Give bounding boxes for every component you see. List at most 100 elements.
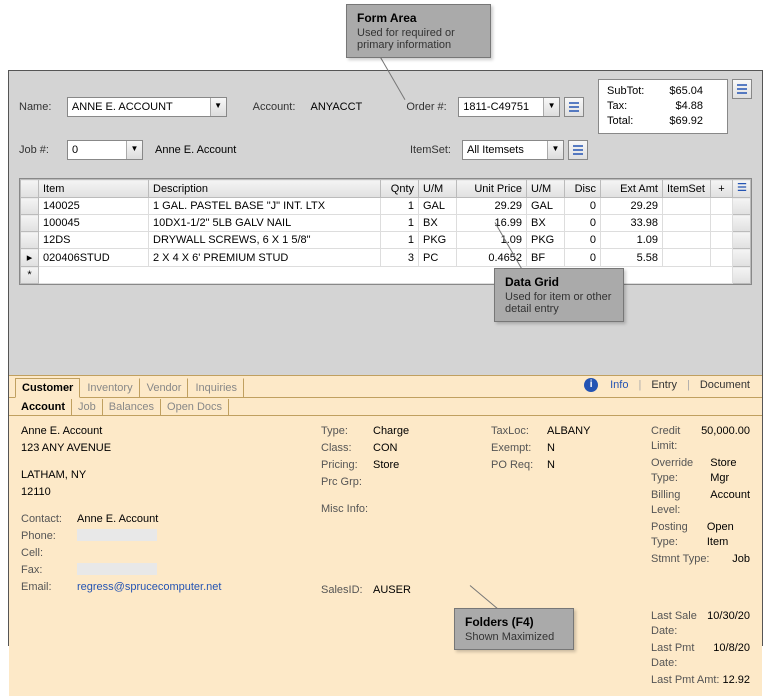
chevron-down-icon[interactable]: ▼ [547,141,563,159]
subtab-balances[interactable]: Balances [103,399,161,415]
tab-inquiries[interactable]: Inquiries [188,378,244,397]
cell-price[interactable]: 1.09 [457,232,527,249]
tab-vendor[interactable]: Vendor [140,378,189,397]
cell-itemset[interactable] [663,249,711,267]
cell-um1[interactable]: PC [419,249,457,267]
cell-item[interactable]: 100045 [39,215,149,232]
cell-item[interactable]: 12DS [39,232,149,249]
cell-um1[interactable]: GAL [419,198,457,215]
cell-ext[interactable]: 33.98 [601,215,663,232]
col-disc[interactable]: Disc [565,180,601,198]
col-desc[interactable]: Description [149,180,381,198]
cell-um2[interactable]: BX [527,215,565,232]
subtot-label: SubTot: [607,84,644,99]
subtot-value: $65.04 [669,84,703,99]
contact-value: Anne E. Account [77,512,158,527]
cell-item[interactable]: 140025 [39,198,149,215]
cell-disc[interactable]: 0 [565,215,601,232]
itemset-combo[interactable]: All Itemsets ▼ [462,140,564,160]
form-area: Name: ANNE E. ACCOUNT ▼ Account: ANYACCT… [9,71,762,174]
email-value[interactable]: regress@sprucecomputer.net [77,580,221,595]
cell-plus[interactable] [711,232,733,249]
subtab-account[interactable]: Account [15,399,72,415]
col-um2[interactable]: U/M [527,180,565,198]
table-row[interactable]: 10004510DX1-1/2" 5LB GALV NAIL1BX16.99BX… [21,215,751,232]
cell-um1[interactable]: BX [419,215,457,232]
tax-label: Tax: [607,99,627,114]
cell-price[interactable]: 29.29 [457,198,527,215]
cell-itemset[interactable] [663,215,711,232]
cell-qty[interactable]: 1 [381,232,419,249]
cell-disc[interactable]: 0 [565,232,601,249]
tab-customer[interactable]: Customer [15,378,80,398]
type-label: Type: [321,424,373,439]
order-combo[interactable]: 1811-C49751 ▼ [458,97,560,117]
callout-desc: Shown Maximized [465,631,563,643]
cell-plus[interactable] [711,249,733,267]
col-itemset[interactable]: ItemSet [663,180,711,198]
chevron-down-icon[interactable]: ▼ [210,98,226,116]
col-ext[interactable]: Ext Amt [601,180,663,198]
cell-um2[interactable]: PKG [527,232,565,249]
cell-um2[interactable]: GAL [527,198,565,215]
lastamt-value: 12.92 [722,673,750,688]
row-marker-new: * [21,267,39,284]
folders-panel: Customer Inventory Vendor Inquiries i In… [9,375,762,696]
pricing-value: Store [373,458,399,473]
callout-title: Data Grid [505,275,613,289]
cell-ext[interactable]: 1.09 [601,232,663,249]
totals-menu-button[interactable] [732,79,752,99]
cell-plus[interactable] [711,198,733,215]
cell-desc[interactable]: 10DX1-1/2" 5LB GALV NAIL [149,215,381,232]
cell-ext[interactable]: 29.29 [601,198,663,215]
cell-disc[interactable]: 0 [565,249,601,267]
cell-price[interactable]: 16.99 [457,215,527,232]
taxloc-value: ALBANY [547,424,590,439]
total-value: $69.92 [669,114,703,129]
cell-qty[interactable]: 1 [381,198,419,215]
cell-ext[interactable]: 5.58 [601,249,663,267]
order-value: 1811-C49751 [459,101,543,113]
table-row-new[interactable]: * [21,267,751,284]
cell-itemset[interactable] [663,198,711,215]
tab-inventory[interactable]: Inventory [80,378,139,397]
cell-desc[interactable]: DRYWALL SCREWS, 6 X 1 5/8" [149,232,381,249]
cell-empty[interactable] [39,267,733,284]
credit-label: Credit Limit: [651,424,701,454]
cell-qty[interactable]: 3 [381,249,419,267]
info-link[interactable]: Info [604,379,634,391]
document-link[interactable]: Document [694,379,756,391]
cell-qty[interactable]: 1 [381,215,419,232]
cell-itemset[interactable] [663,232,711,249]
order-menu-button[interactable] [564,97,584,117]
class-label: Class: [321,441,373,456]
items-grid[interactable]: Item Description Qnty U/M Unit Price U/M… [19,178,752,285]
entry-link[interactable]: Entry [645,379,683,391]
acct-zip: 12110 [21,485,311,500]
cell-plus[interactable] [711,215,733,232]
job-combo[interactable]: 0 ▼ [67,140,143,160]
col-price[interactable]: Unit Price [457,180,527,198]
chevron-down-icon[interactable]: ▼ [126,141,142,159]
cell-um2[interactable]: BF [527,249,565,267]
cell-disc[interactable]: 0 [565,198,601,215]
grid-menu-button[interactable] [733,180,751,198]
col-item[interactable]: Item [39,180,149,198]
subtab-opendocs[interactable]: Open Docs [161,399,229,415]
cell-desc[interactable]: 1 GAL. PASTEL BASE "J" INT. LTX [149,198,381,215]
table-row[interactable]: 12DSDRYWALL SCREWS, 6 X 1 5/8"1PKG1.09PK… [21,232,751,249]
subtab-job[interactable]: Job [72,399,103,415]
itemset-menu-button[interactable] [568,140,588,160]
chevron-down-icon[interactable]: ▼ [543,98,559,116]
col-qty[interactable]: Qnty [381,180,419,198]
col-plus[interactable]: + [711,180,733,198]
type-value: Charge [373,424,409,439]
name-combo[interactable]: ANNE E. ACCOUNT ▼ [67,97,227,117]
col-um1[interactable]: U/M [419,180,457,198]
cell-um1[interactable]: PKG [419,232,457,249]
table-row[interactable]: ▸020406STUD2 X 4 X 6' PREMIUM STUD3PC0.4… [21,249,751,267]
poreq-label: PO Req: [491,458,547,473]
table-row[interactable]: 1400251 GAL. PASTEL BASE "J" INT. LTX1GA… [21,198,751,215]
cell-item[interactable]: 020406STUD [39,249,149,267]
cell-desc[interactable]: 2 X 4 X 6' PREMIUM STUD [149,249,381,267]
